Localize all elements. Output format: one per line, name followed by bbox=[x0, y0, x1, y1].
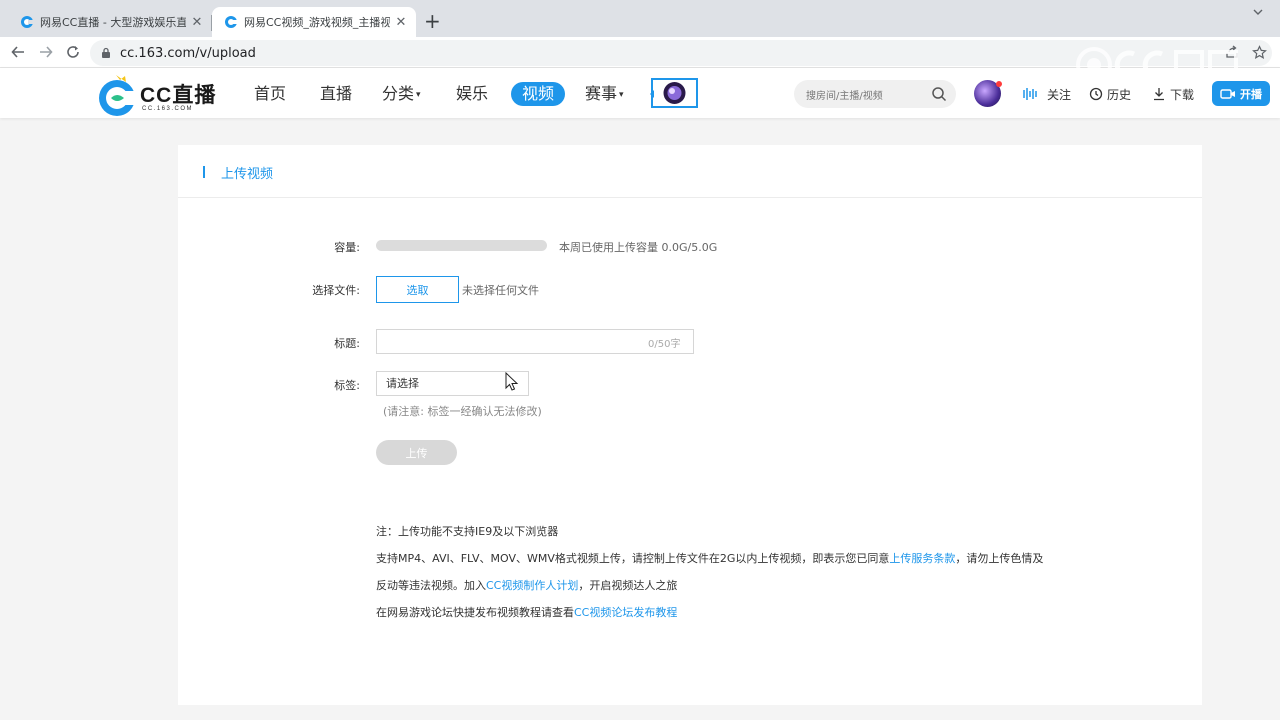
file-label: 选择文件: bbox=[312, 284, 360, 297]
clock-icon bbox=[1089, 87, 1103, 101]
logo-text[interactable]: CC直播 bbox=[140, 79, 216, 109]
mouse-cursor-icon bbox=[505, 372, 519, 391]
forum-tutorial-link[interactable]: CC视频论坛发布教程 bbox=[574, 606, 677, 619]
title-input[interactable] bbox=[376, 329, 694, 354]
new-tab-button[interactable]: + bbox=[424, 10, 441, 32]
nav-events[interactable]: 赛事 ▾ bbox=[585, 83, 624, 105]
follow-bars-icon bbox=[1023, 88, 1037, 100]
note-line-2: 支持MP4、AVI、FLV、MOV、WMV格式视频上传，请控制上传文件在2G以内… bbox=[376, 550, 1043, 566]
nav-label: 分类 bbox=[382, 84, 415, 103]
nav-home[interactable]: 首页 bbox=[254, 83, 286, 105]
forward-icon[interactable] bbox=[36, 42, 56, 62]
note-line-3: 反动等违法视频。加入CC视频制作人计划，开启视频达人之旅 bbox=[376, 577, 677, 593]
cc-watermark-icon bbox=[1076, 47, 1238, 83]
nav-label: 赛事 bbox=[585, 84, 618, 103]
url-text: cc.163.com/v/upload bbox=[120, 45, 256, 61]
capacity-text: 本周已使用上传容量 0.0G/5.0G bbox=[559, 241, 718, 254]
tab-title: 网易CC视频_游戏视频_主播视频 bbox=[244, 16, 390, 29]
tag-label: 标签: bbox=[334, 379, 360, 392]
download-icon bbox=[1154, 88, 1164, 101]
back-icon[interactable] bbox=[8, 42, 28, 62]
chevron-down-icon: ▾ bbox=[416, 89, 421, 100]
note-text: ，开启视频达人之旅 bbox=[578, 579, 678, 592]
search-placeholder: 搜房间/主播/视频 bbox=[806, 90, 883, 102]
no-file-text: 未选择任何文件 bbox=[462, 284, 539, 297]
chevron-down-icon: ▾ bbox=[619, 89, 624, 100]
note-line-1: 注：上传功能不支持IE9及以下浏览器 bbox=[376, 525, 559, 538]
title-label: 标题: bbox=[334, 337, 360, 350]
tab-title: 网易CC直播 - 大型游戏娱乐直播 bbox=[40, 16, 186, 29]
note-text: 支持MP4、AVI、FLV、MOV、WMV格式视频上传，请控制上传文件在2G以内… bbox=[376, 552, 890, 565]
title-char-counter: 0/50字 bbox=[648, 339, 681, 350]
cc-favicon-icon bbox=[21, 16, 33, 28]
close-icon[interactable]: ✕ bbox=[190, 15, 204, 30]
follow-label: 关注 bbox=[1047, 87, 1072, 102]
search-icon[interactable] bbox=[931, 86, 947, 102]
bookmark-star-icon[interactable] bbox=[1249, 42, 1269, 62]
tag-note: (请注意: 标签一经确认无法修改) bbox=[383, 405, 542, 418]
cc-favicon-icon bbox=[225, 16, 237, 28]
note-line-4: 在网易游戏论坛快捷发布视频教程请查看CC视频论坛发布教程 bbox=[376, 604, 677, 620]
note-text: 在网易游戏论坛快捷发布视频教程请查看 bbox=[376, 606, 574, 619]
choose-file-button[interactable]: 选取 bbox=[376, 276, 459, 303]
lock-icon bbox=[102, 47, 110, 58]
search-input[interactable]: 搜房间/主播/视频 bbox=[794, 80, 956, 108]
note-text: 反动等违法视频。加入 bbox=[376, 579, 486, 592]
nav-live[interactable]: 直播 bbox=[320, 83, 352, 105]
follow-link[interactable]: 关注 bbox=[1023, 85, 1071, 103]
camera-icon bbox=[1220, 88, 1235, 99]
chevron-down-icon[interactable] bbox=[1252, 6, 1264, 18]
nav-category[interactable]: 分类 ▾ bbox=[382, 83, 421, 105]
logo-subtext: CC.163.COM bbox=[142, 106, 194, 112]
card-header: 上传视频 bbox=[178, 145, 1202, 198]
browser-tab[interactable]: 网易CC直播 - 大型游戏娱乐直播 ✕ bbox=[8, 7, 212, 37]
creator-program-link[interactable]: CC视频制作人计划 bbox=[486, 579, 578, 592]
upload-terms-link[interactable]: 上传服务条款 bbox=[889, 552, 955, 565]
notification-dot bbox=[996, 81, 1002, 87]
nav-entertainment[interactable]: 娱乐 bbox=[456, 83, 488, 105]
event-banner-image[interactable] bbox=[650, 78, 698, 108]
note-text: ，请勿上传色情及 bbox=[955, 552, 1044, 565]
capacity-progress-bar bbox=[376, 240, 547, 251]
browser-tab-active[interactable]: 网易CC视频_游戏视频_主播视频 ✕ bbox=[212, 7, 416, 37]
nav-video[interactable]: 视频 bbox=[511, 82, 566, 106]
page-title: 上传视频 bbox=[221, 167, 274, 182]
history-label: 历史 bbox=[1107, 87, 1132, 102]
event-emblem-icon bbox=[663, 82, 686, 104]
capacity-label: 容量: bbox=[334, 241, 360, 254]
title-accent-bar bbox=[203, 166, 205, 178]
browser-tabstrip: 网易CC直播 - 大型游戏娱乐直播 ✕ 网易CC视频_游戏视频_主播视频 ✕ + bbox=[0, 0, 1280, 37]
go-live-label: 开播 bbox=[1240, 87, 1262, 101]
reload-icon[interactable] bbox=[63, 42, 83, 62]
download-label: 下载 bbox=[1170, 87, 1195, 102]
upload-button[interactable]: 上传 bbox=[376, 440, 457, 465]
close-icon[interactable]: ✕ bbox=[394, 15, 408, 30]
upload-card: 上传视频 容量: 本周已使用上传容量 0.0G/5.0G 选择文件: 选取 未选… bbox=[178, 145, 1202, 705]
